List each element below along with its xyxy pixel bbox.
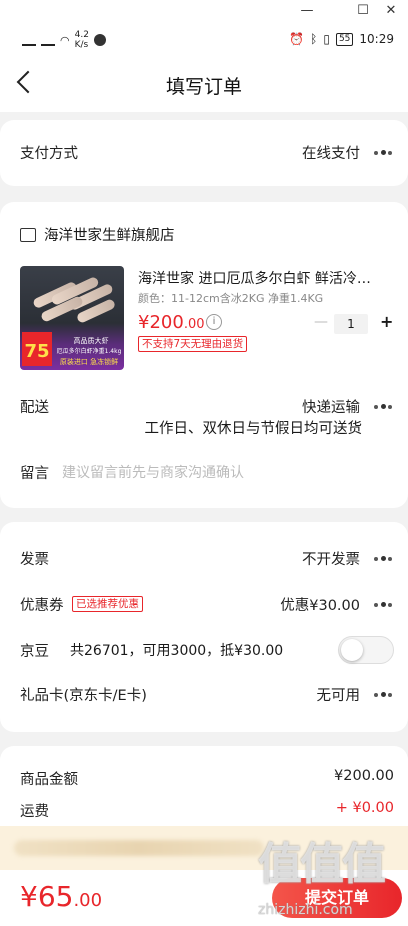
increase-button[interactable]: + — [380, 312, 393, 331]
delivery-value: 快递运输 — [302, 400, 360, 416]
giftcard-label: 礼品卡(京东卡/E卡) — [20, 688, 147, 704]
product-title[interactable]: 海洋世家 进口厄瓜多尔白虾 鲜活冷… — [138, 268, 388, 288]
nav-bar: 填写订单 — [0, 56, 408, 112]
shop-name: 海洋世家生鲜旗舰店 — [44, 228, 175, 244]
thumb-price-badge: 75 — [22, 332, 52, 366]
invoice-label: 发票 — [20, 552, 49, 568]
coupon-row[interactable]: 优惠券 已选推荐优惠 优惠¥30.00 — [0, 594, 408, 618]
product-spec: 颜色：11-12cm含冰2KG 净重1.4KG — [138, 292, 324, 305]
window-titlebar: — ☐ ✕ — [0, 0, 408, 22]
more-dots-icon[interactable] — [372, 691, 394, 699]
goods-amount-label: 商品金额 — [20, 772, 78, 788]
jingdou-desc: 共26701，可用3000，抵¥30.00 — [70, 643, 284, 659]
minimize-button[interactable]: — — [296, 2, 318, 20]
coupon-value: 优惠¥30.00 — [280, 598, 360, 614]
giftcard-row[interactable]: 礼品卡(京东卡/E卡) 无可用 — [0, 684, 408, 708]
more-dots-icon[interactable] — [372, 555, 394, 563]
shipping-row: 运费 + ¥0.00 — [0, 800, 408, 824]
more-dots-icon[interactable] — [372, 149, 394, 157]
thumb-caption-2: 厄瓜多尔白虾净重1.4kg — [56, 348, 122, 355]
close-button[interactable]: ✕ — [380, 2, 402, 20]
quantity-stepper: — 1 + — [314, 312, 394, 334]
info-icon[interactable]: i — [206, 314, 222, 330]
invoice-row[interactable]: 发票 不开发票 — [0, 548, 408, 572]
jingdou-row: 京豆 共26701，可用3000，抵¥30.00 — [0, 636, 408, 664]
payment-label: 支付方式 — [20, 146, 78, 162]
thumb-caption: 高品质大虾 — [73, 337, 109, 345]
payment-row[interactable]: 支付方式 在线支付 — [0, 142, 408, 166]
giftcard-value: 无可用 — [316, 688, 361, 704]
delivery-label: 配送 — [20, 400, 49, 416]
message-input[interactable]: 建议留言前先与商家沟通确认 — [62, 462, 244, 482]
battery-indicator: 55 — [335, 32, 354, 46]
goods-amount-row: 商品金额 ¥200.00 — [0, 768, 408, 792]
payment-value: 在线支付 — [302, 146, 360, 162]
goods-amount-value: ¥200.00 — [334, 768, 394, 784]
payment-card: 支付方式 在线支付 — [0, 120, 408, 186]
no-return-badge: 不支持7天无理由退货 — [138, 336, 248, 352]
thumb-caption-3: 原装进口 急冻锁鲜 — [59, 358, 119, 366]
more-dots-icon[interactable] — [372, 403, 394, 411]
alarm-icon: ⏰ — [289, 32, 305, 46]
bluetooth-icon: ᛒ — [310, 32, 318, 46]
app-notification-icon — [93, 34, 106, 46]
blurred-text — [14, 840, 264, 856]
coupon-badge: 已选推荐优惠 — [72, 596, 143, 612]
product-thumbnail[interactable]: 高品质大虾 厄瓜多尔白虾净重1.4kg 原装进口 急冻锁鲜 75 — [20, 266, 124, 370]
shipping-label: 运费 — [20, 804, 49, 820]
maximize-button[interactable]: ☐ — [352, 2, 374, 20]
options-card: 发票 不开发票 优惠券 已选推荐优惠 优惠¥30.00 京豆 共26701，可用… — [0, 522, 408, 732]
status-bar: ◠ 4.2 K/s ⏰ ᛒ ▯ 55 10:29 — [0, 22, 408, 56]
signal-icon — [22, 34, 36, 46]
signal-icon-2 — [41, 34, 55, 46]
jingdou-toggle[interactable] — [338, 636, 394, 664]
shipping-value: + ¥0.00 — [335, 800, 394, 816]
jingdou-label: 京豆 — [20, 644, 49, 660]
message-label: 留言 — [20, 466, 49, 482]
shop-icon — [20, 227, 36, 242]
order-total: ¥65.00 — [20, 880, 103, 913]
page-title: 填写订单 — [165, 76, 242, 98]
more-dots-icon[interactable] — [372, 601, 394, 609]
shop-card: 海洋世家生鲜旗舰店 高品质大虾 厄瓜多尔白虾净重1.4kg 原装进口 急冻锁鲜 … — [0, 202, 408, 508]
watermark-url: zhizhizhi.com — [258, 902, 353, 918]
quantity-input[interactable]: 1 — [334, 314, 368, 334]
vibrate-icon: ▯ — [323, 32, 330, 46]
shop-header[interactable]: 海洋世家生鲜旗舰店 — [20, 224, 175, 245]
product-price: ¥200.00 — [138, 312, 205, 333]
watermark: 值值值 — [258, 839, 386, 890]
delivery-note: 工作日、双休日与节假日均可送货 — [144, 421, 363, 437]
decrease-button[interactable]: — — [314, 314, 328, 330]
clock: 10:29 — [359, 32, 394, 46]
invoice-value: 不开发票 — [302, 552, 360, 568]
network-speed: 4.2 K/s — [74, 30, 89, 50]
coupon-label: 优惠券 — [20, 598, 64, 614]
message-row[interactable]: 留言 建议留言前先与商家沟通确认 — [0, 462, 408, 486]
wifi-icon: ◠ — [60, 33, 70, 47]
